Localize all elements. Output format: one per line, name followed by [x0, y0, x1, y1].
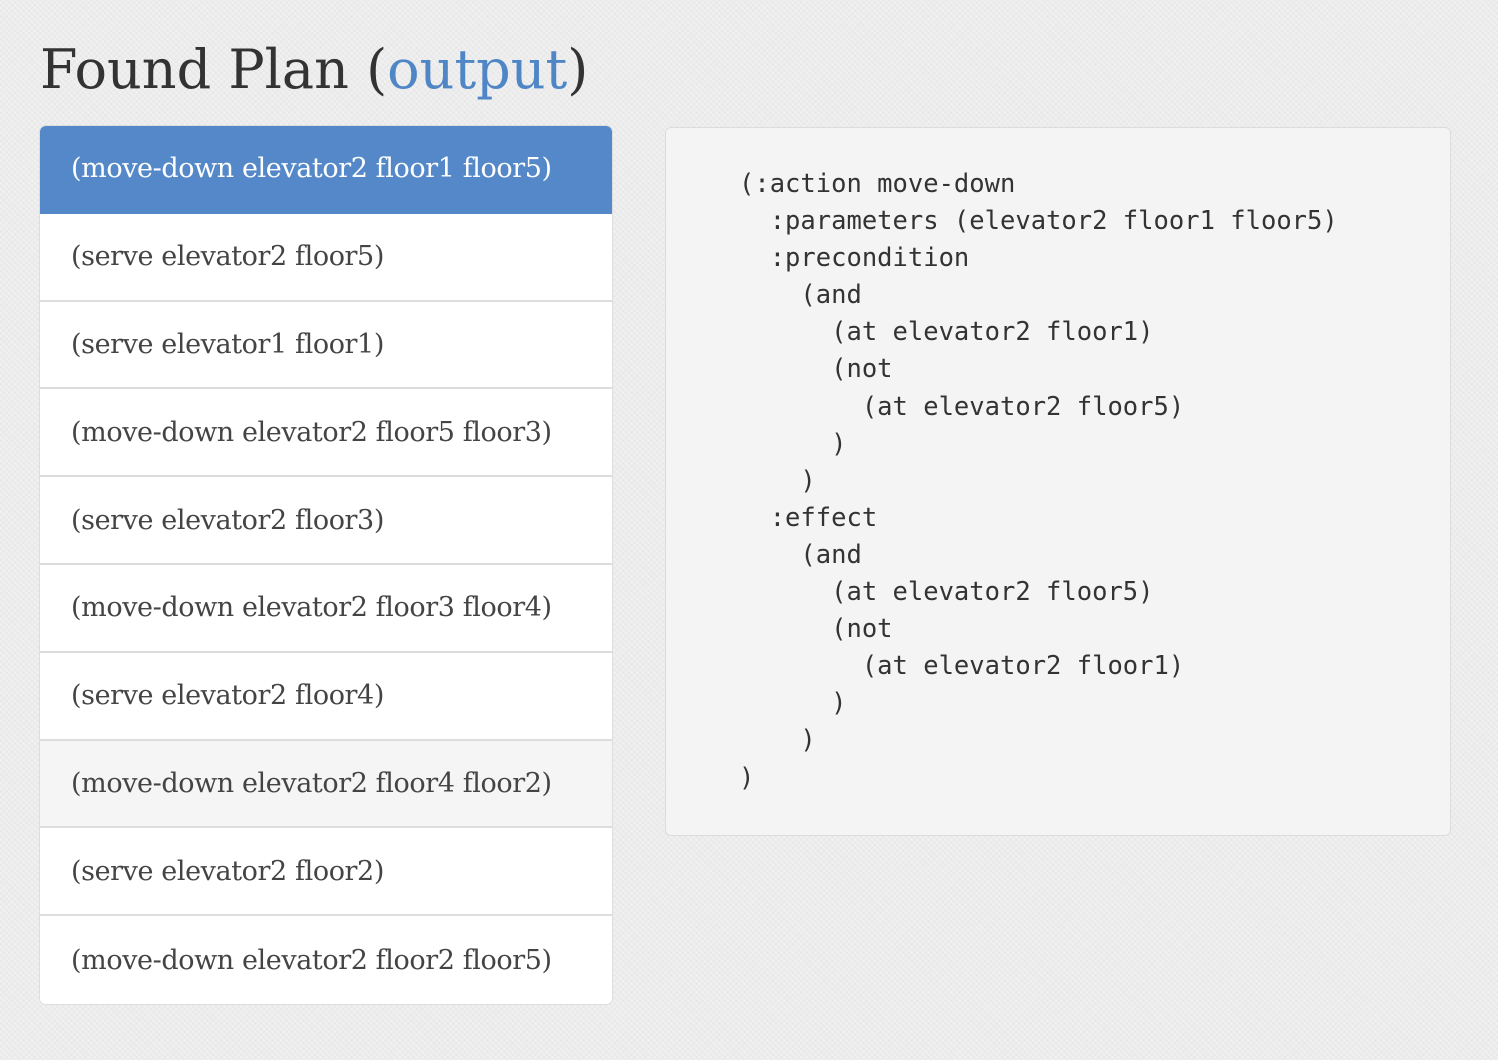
- page-title-text: Found Plan: [40, 38, 349, 101]
- action-code: (:action move-down :parameters (elevator…: [739, 169, 1338, 793]
- plan-step-item[interactable]: (serve elevator2 floor2): [40, 828, 612, 917]
- close-paren: ): [567, 38, 589, 101]
- action-detail-panel: (:action move-down :parameters (elevator…: [665, 127, 1451, 836]
- open-paren: (: [366, 38, 388, 101]
- plan-step-item[interactable]: (move-down elevator2 floor3 floor4): [40, 564, 612, 653]
- plan-list: (move-down elevator2 floor1 floor5) (ser…: [40, 126, 612, 1004]
- plan-step-item[interactable]: (serve elevator2 floor4): [40, 652, 612, 741]
- plan-step-item[interactable]: (move-down elevator2 floor2 floor5): [40, 916, 612, 1004]
- plan-step-item[interactable]: (serve elevator1 floor1): [40, 301, 612, 390]
- plan-step-item[interactable]: (move-down elevator2 floor5 floor3): [40, 389, 612, 478]
- plan-step-item-selected[interactable]: (move-down elevator2 floor1 floor5): [40, 126, 612, 214]
- plan-step-item[interactable]: (serve elevator2 floor5): [40, 213, 612, 302]
- plan-step-item[interactable]: (move-down elevator2 floor4 floor2): [40, 740, 612, 829]
- plan-step-item[interactable]: (serve elevator2 floor3): [40, 477, 612, 565]
- page-title: Found Plan (output): [40, 30, 588, 110]
- output-link[interactable]: output: [387, 38, 567, 101]
